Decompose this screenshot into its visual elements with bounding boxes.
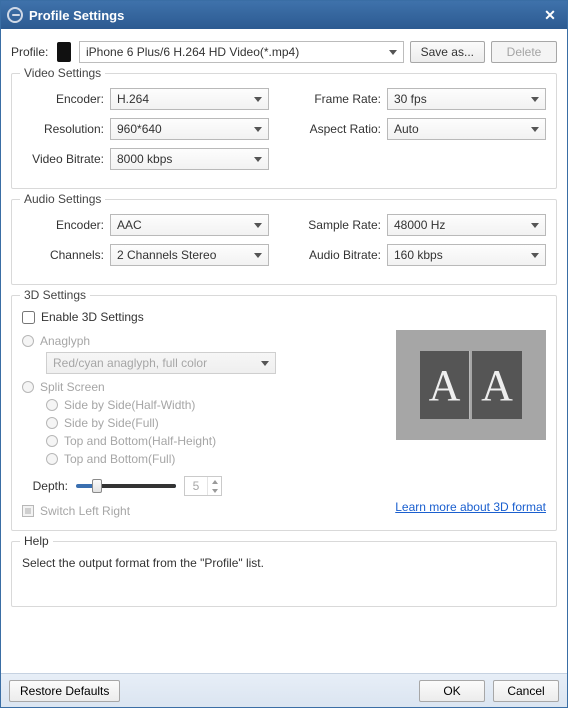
- depth-stepper[interactable]: 5: [184, 476, 222, 496]
- channels-select[interactable]: 2 Channels Stereo: [110, 244, 269, 266]
- video-bitrate-value: 8000 kbps: [117, 152, 172, 166]
- chevron-down-icon: [254, 127, 262, 132]
- dialog-window: Profile Settings ✕ Profile: iPhone 6 Plu…: [0, 0, 568, 708]
- sbs-full-radio: [46, 417, 58, 429]
- anaglyph-label: Anaglyph: [40, 334, 90, 348]
- samplerate-label: Sample Rate:: [299, 218, 387, 232]
- 3d-legend: 3D Settings: [20, 288, 90, 302]
- slider-thumb[interactable]: [92, 479, 102, 493]
- resolution-value: 960*640: [117, 122, 162, 136]
- anaglyph-value: Red/cyan anaglyph, full color: [53, 356, 207, 370]
- enable-3d-label: Enable 3D Settings: [41, 310, 144, 324]
- delete-button: Delete: [491, 41, 557, 63]
- chevron-down-icon: [254, 223, 262, 228]
- switch-lr-checkbox: [22, 505, 34, 517]
- dialog-body: Profile: iPhone 6 Plus/6 H.264 HD Video(…: [1, 29, 567, 673]
- audio-settings-group: Audio Settings Encoder: AAC Channels: 2 …: [11, 199, 557, 285]
- profile-select[interactable]: iPhone 6 Plus/6 H.264 HD Video(*.mp4): [79, 41, 404, 63]
- audio-bitrate-value: 160 kbps: [394, 248, 443, 262]
- depth-label: Depth:: [22, 479, 68, 493]
- framerate-select[interactable]: 30 fps: [387, 88, 546, 110]
- audio-bitrate-select[interactable]: 160 kbps: [387, 244, 546, 266]
- tab-half-radio: [46, 435, 58, 447]
- title-bar: Profile Settings ✕: [1, 1, 567, 29]
- dialog-footer: Restore Defaults OK Cancel: [1, 673, 567, 707]
- resolution-label: Resolution:: [22, 122, 110, 136]
- chevron-down-icon: [254, 157, 262, 162]
- split-screen-label: Split Screen: [40, 380, 105, 394]
- sbs-half-label: Side by Side(Half-Width): [64, 398, 195, 412]
- restore-defaults-button[interactable]: Restore Defaults: [9, 680, 120, 702]
- framerate-label: Frame Rate:: [299, 92, 387, 106]
- video-bitrate-label: Video Bitrate:: [22, 152, 110, 166]
- split-screen-radio: [22, 381, 34, 393]
- sbs-full-label: Side by Side(Full): [64, 416, 159, 430]
- aspect-label: Aspect Ratio:: [299, 122, 387, 136]
- audio-encoder-select[interactable]: AAC: [110, 214, 269, 236]
- samplerate-value: 48000 Hz: [394, 218, 445, 232]
- audio-encoder-label: Encoder:: [22, 218, 110, 232]
- step-down-icon[interactable]: [208, 486, 221, 495]
- chevron-down-icon: [531, 253, 539, 258]
- step-up-icon[interactable]: [208, 477, 221, 486]
- anaglyph-radio: [22, 335, 34, 347]
- chevron-down-icon: [254, 253, 262, 258]
- channels-label: Channels:: [22, 248, 110, 262]
- ok-button[interactable]: OK: [419, 680, 485, 702]
- anaglyph-select: Red/cyan anaglyph, full color: [46, 352, 276, 374]
- help-legend: Help: [20, 534, 53, 548]
- cancel-button[interactable]: Cancel: [493, 680, 559, 702]
- audio-bitrate-label: Audio Bitrate:: [299, 248, 387, 262]
- tab-full-label: Top and Bottom(Full): [64, 452, 175, 466]
- profile-row: Profile: iPhone 6 Plus/6 H.264 HD Video(…: [11, 41, 557, 63]
- window-title: Profile Settings: [29, 8, 124, 23]
- chevron-down-icon: [531, 223, 539, 228]
- video-bitrate-select[interactable]: 8000 kbps: [110, 148, 269, 170]
- video-settings-group: Video Settings Encoder: H.264 Resolution…: [11, 73, 557, 189]
- chevron-down-icon: [261, 361, 269, 366]
- help-group: Help Select the output format from the "…: [11, 541, 557, 607]
- close-icon[interactable]: ✕: [539, 6, 561, 24]
- learn-more-link[interactable]: Learn more about 3D format: [395, 500, 546, 514]
- tab-half-label: Top and Bottom(Half-Height): [64, 434, 216, 448]
- depth-slider[interactable]: [76, 484, 176, 488]
- samplerate-select[interactable]: 48000 Hz: [387, 214, 546, 236]
- chevron-down-icon: [389, 50, 397, 55]
- chevron-down-icon: [531, 97, 539, 102]
- profile-value: iPhone 6 Plus/6 H.264 HD Video(*.mp4): [86, 45, 299, 59]
- video-legend: Video Settings: [20, 66, 105, 80]
- resolution-select[interactable]: 960*640: [110, 118, 269, 140]
- 3d-settings-group: 3D Settings Enable 3D Settings Anaglyph …: [11, 295, 557, 531]
- chevron-down-icon: [254, 97, 262, 102]
- save-as-button[interactable]: Save as...: [410, 41, 485, 63]
- framerate-value: 30 fps: [394, 92, 427, 106]
- video-encoder-value: H.264: [117, 92, 149, 106]
- depth-value: 5: [185, 479, 207, 493]
- aspect-select[interactable]: Auto: [387, 118, 546, 140]
- channels-value: 2 Channels Stereo: [117, 248, 216, 262]
- video-encoder-label: Encoder:: [22, 92, 110, 106]
- chevron-down-icon: [531, 127, 539, 132]
- help-text: Select the output format from the "Profi…: [22, 556, 264, 570]
- app-icon: [7, 7, 23, 23]
- 3d-preview: A A: [396, 330, 546, 440]
- profile-label: Profile:: [11, 45, 51, 59]
- sbs-half-radio: [46, 399, 58, 411]
- audio-encoder-value: AAC: [117, 218, 142, 232]
- device-icon: [57, 42, 71, 62]
- tab-full-radio: [46, 453, 58, 465]
- aspect-value: Auto: [394, 122, 419, 136]
- enable-3d-checkbox[interactable]: [22, 311, 35, 324]
- preview-left: A: [420, 351, 470, 419]
- preview-right: A: [472, 351, 522, 419]
- audio-legend: Audio Settings: [20, 192, 105, 206]
- switch-lr-label: Switch Left Right: [40, 504, 130, 518]
- video-encoder-select[interactable]: H.264: [110, 88, 269, 110]
